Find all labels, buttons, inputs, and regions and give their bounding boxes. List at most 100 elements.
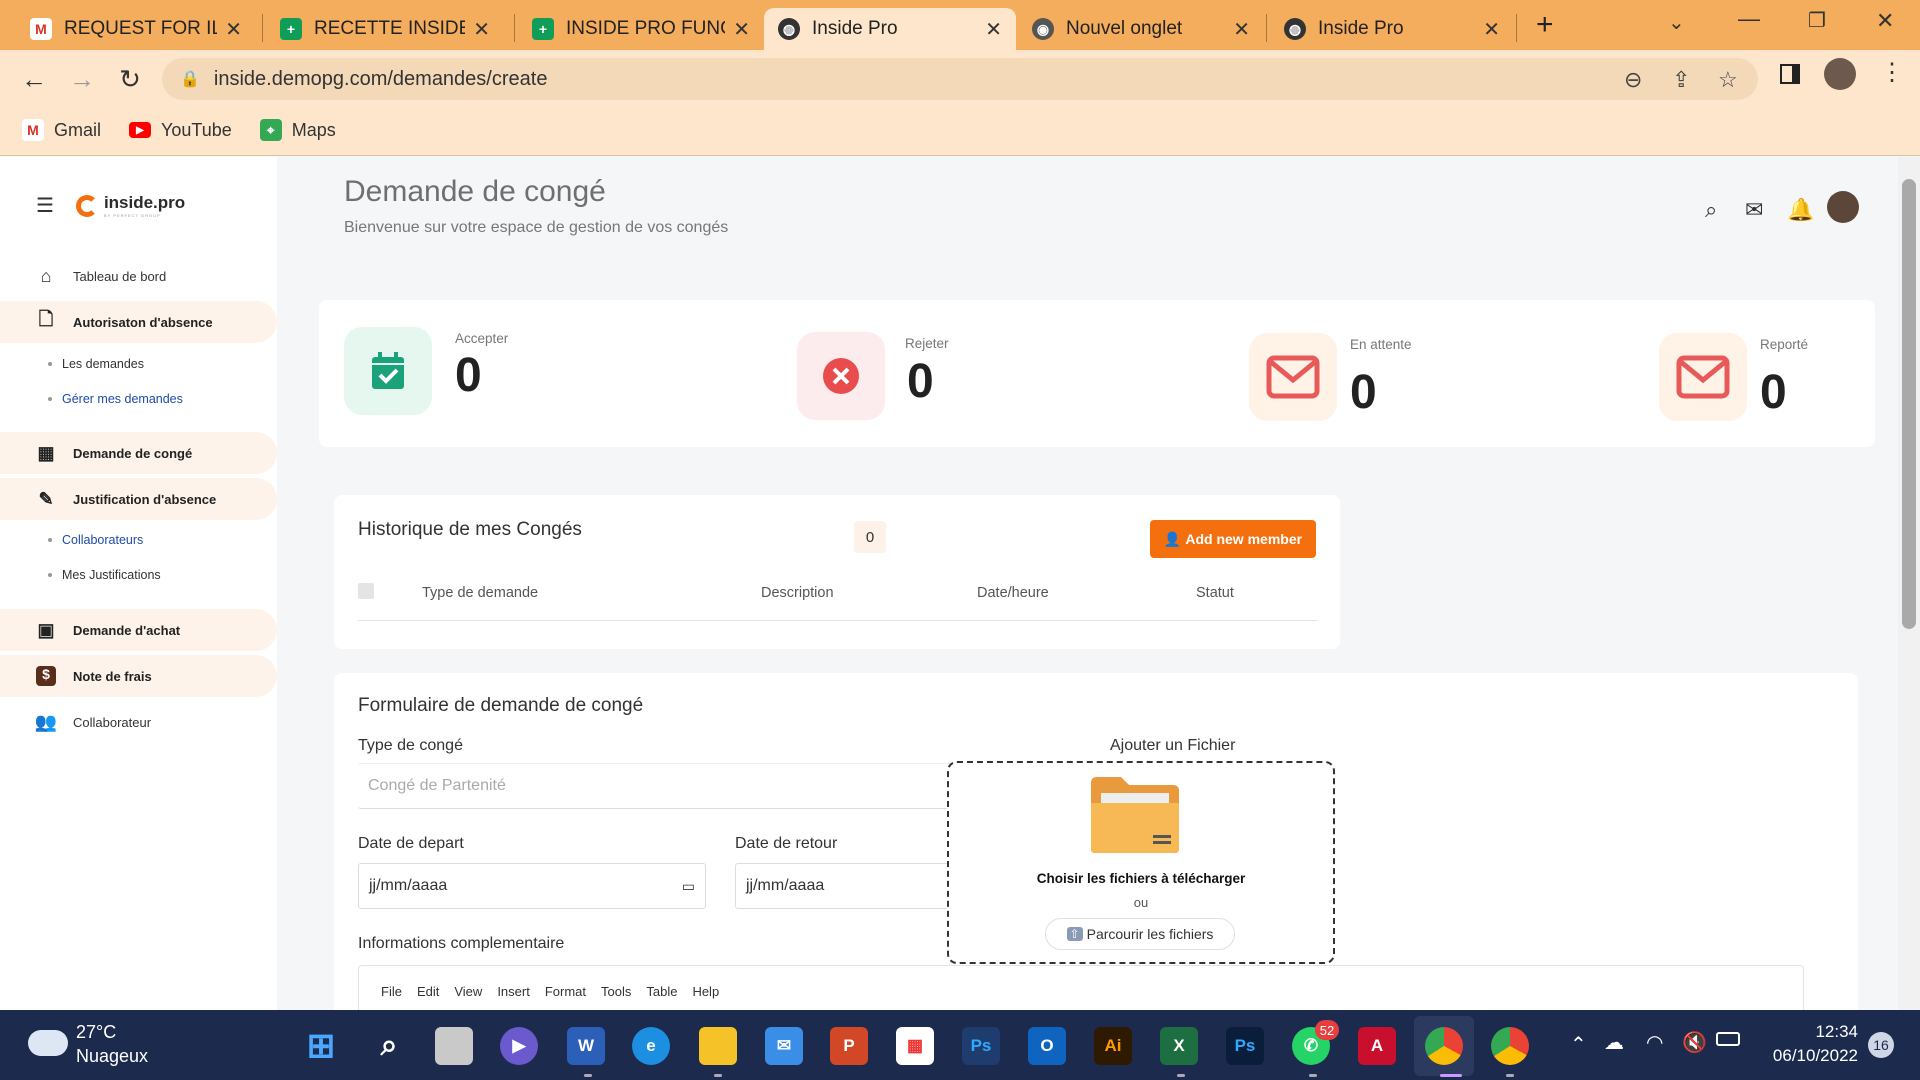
calendar-picker-icon[interactable]: ▭ [682, 878, 695, 895]
close-tab-icon[interactable]: ✕ [1483, 17, 1500, 42]
upload-label: Ajouter un Fichier [1110, 737, 1236, 754]
tab-search-icon[interactable]: ⌄ [1668, 10, 1685, 35]
address-bar[interactable]: 🔒 inside.demopg.com/demandes/create ⊖ ⇪ … [162, 58, 1758, 100]
wifi-icon[interactable]: ◠ [1646, 1030, 1663, 1055]
bookmark-star-icon[interactable]: ☆ [1718, 67, 1738, 93]
user-avatar[interactable] [1827, 191, 1859, 223]
sidebar-item-absence-authorization[interactable]: 🗋 Autorisaton d'absence [0, 301, 277, 343]
word-icon[interactable]: W [567, 1027, 605, 1065]
browser-tab[interactable]: ◉ Nouvel onglet ✕ [1018, 8, 1264, 50]
bookmark-gmail[interactable]: M Gmail [22, 119, 101, 141]
editor-menu-file[interactable]: File [381, 984, 402, 999]
bookmark-youtube[interactable]: ▶ YouTube [129, 120, 232, 141]
powerpoint-icon[interactable]: P [830, 1027, 868, 1065]
new-tab-button[interactable]: + [1536, 8, 1554, 42]
select-all-checkbox[interactable] [358, 583, 374, 599]
profile-avatar[interactable] [1824, 58, 1856, 90]
acrobat-icon[interactable]: A [1358, 1027, 1396, 1065]
tab-title: REQUEST FOR ILLU [64, 18, 218, 39]
outlook-icon[interactable]: O [1028, 1027, 1066, 1065]
editor-menu-insert[interactable]: Insert [497, 984, 530, 999]
editor-menu-format[interactable]: Format [545, 984, 586, 999]
app-logo[interactable]: inside.pro BY PERFECT GROUP [75, 193, 185, 218]
weather-desc[interactable]: Nuageux [76, 1046, 148, 1067]
add-new-member-button[interactable]: 👤 Add new member [1150, 520, 1316, 558]
sidebar-item-dashboard[interactable]: ⌂ Tableau de bord [0, 255, 277, 297]
page-scrollbar[interactable] [1898, 157, 1920, 1010]
excel-icon[interactable]: X [1160, 1027, 1198, 1065]
volume-muted-icon[interactable]: 🔇 [1682, 1030, 1707, 1055]
sidebar-item-collaborator[interactable]: 👥 Collaborateur [0, 701, 277, 743]
search-icon[interactable]: ⌕ [1705, 197, 1717, 223]
minimize-icon[interactable]: — [1738, 6, 1760, 32]
chevron-up-icon[interactable]: ⌃ [1570, 1032, 1587, 1057]
close-tab-icon[interactable]: ✕ [1233, 17, 1250, 42]
weather-temp[interactable]: 27°C [76, 1022, 116, 1043]
bell-icon[interactable]: 🔔 [1787, 197, 1814, 223]
restore-icon[interactable]: ❐ [1808, 8, 1826, 33]
sidebar-item-leave-request[interactable]: ▦ Demande de congé [0, 432, 277, 474]
search-icon[interactable]: ⌕ [370, 1027, 408, 1065]
sidebar-subitem-collaborators[interactable]: Collaborateurs [48, 533, 143, 547]
editor-menu-table[interactable]: Table [646, 984, 677, 999]
teams-chat-icon[interactable]: ▶ [500, 1027, 538, 1065]
notification-count-badge[interactable]: 16 [1868, 1032, 1894, 1058]
store-icon[interactable]: ▦ [896, 1027, 934, 1065]
clock-time[interactable]: 12:34 [1756, 1022, 1858, 1042]
sidebar-item-purchase-request[interactable]: ▣ Demande d'achat [0, 609, 277, 651]
chrome-icon[interactable] [1425, 1027, 1463, 1065]
sidebar-subitem-manage-requests[interactable]: Gérer mes demandes [48, 392, 183, 406]
close-tab-icon[interactable]: ✕ [225, 17, 242, 42]
illustrator-icon[interactable]: Ai [1094, 1027, 1132, 1065]
departure-date-input[interactable]: jj/mm/aaaa ▭ [358, 863, 706, 909]
bookmark-maps[interactable]: ⌖ Maps [259, 119, 336, 141]
reload-icon[interactable]: ↻ [110, 62, 150, 96]
side-panel-icon[interactable] [1780, 64, 1800, 84]
file-explorer-icon[interactable] [699, 1027, 737, 1065]
browser-menu-icon[interactable]: ⋮ [1880, 58, 1904, 87]
browser-tab-active[interactable]: ◍ Inside Pro ✕ [764, 8, 1016, 50]
zoom-icon[interactable]: ⊖ [1624, 67, 1642, 93]
back-arrow-icon[interactable]: ← [14, 62, 54, 96]
forward-arrow-icon[interactable]: → [62, 62, 102, 96]
editor-menu-tools[interactable]: Tools [601, 984, 631, 999]
photoshop-icon[interactable]: Ps [962, 1027, 1000, 1065]
close-tab-icon[interactable]: ✕ [733, 17, 750, 42]
file-dropzone[interactable]: Choisir les fichiers à télécharger ou ⇧ … [947, 761, 1335, 964]
browser-tab[interactable]: ◍ Inside Pro ✕ [1270, 8, 1514, 50]
column-header-date[interactable]: Date/heure [977, 585, 1049, 601]
edge-icon[interactable]: e [632, 1027, 670, 1065]
sidebar-item-absence-justification[interactable]: ✎ Justification d'absence [0, 478, 277, 520]
task-view-icon[interactable] [435, 1027, 473, 1065]
mail-app-icon[interactable]: ✉ [765, 1027, 803, 1065]
photoshop-icon[interactable]: Ps [1226, 1027, 1264, 1065]
hamburger-menu-icon[interactable]: ☰ [36, 193, 54, 218]
scrollbar-thumb[interactable] [1902, 179, 1916, 629]
mail-icon[interactable]: ✉ [1745, 197, 1763, 223]
editor-menu-help[interactable]: Help [692, 984, 719, 999]
browser-tab[interactable]: + INSIDE PRO FUNCT ✕ [518, 8, 764, 50]
upload-icon: ⇧ [1066, 927, 1083, 941]
close-tab-icon[interactable]: ✕ [985, 17, 1002, 42]
url-text[interactable]: inside.demopg.com/demandes/create [214, 68, 548, 91]
column-header-type[interactable]: Type de demande [422, 585, 538, 601]
browser-tab[interactable]: + RECETTE INSIDE PR ✕ [266, 8, 504, 50]
editor-menu-view[interactable]: View [454, 984, 482, 999]
sidebar-subitem-requests[interactable]: Les demandes [48, 357, 144, 371]
clock-date[interactable]: 06/10/2022 [1756, 1046, 1858, 1066]
battery-icon[interactable] [1716, 1032, 1740, 1046]
onedrive-cloud-icon[interactable]: ☁ [1604, 1030, 1624, 1055]
column-header-status[interactable]: Statut [1196, 585, 1234, 601]
tab-divider [1266, 14, 1267, 42]
browse-files-button[interactable]: ⇧ Parcourir les fichiers [1045, 918, 1235, 950]
column-header-description[interactable]: Description [761, 585, 834, 601]
windows-start-icon[interactable]: ⊞ [302, 1027, 340, 1065]
close-tab-icon[interactable]: ✕ [473, 17, 490, 42]
close-window-icon[interactable]: ✕ [1876, 8, 1894, 34]
editor-menu-edit[interactable]: Edit [417, 984, 439, 999]
sidebar-item-expense-report[interactable]: $ Note de frais [0, 655, 277, 697]
sidebar-subitem-my-justifications[interactable]: Mes Justifications [48, 568, 161, 582]
browser-tab[interactable]: M REQUEST FOR ILLU ✕ [16, 8, 256, 50]
chrome-icon[interactable] [1491, 1027, 1529, 1065]
share-icon[interactable]: ⇪ [1672, 67, 1690, 93]
